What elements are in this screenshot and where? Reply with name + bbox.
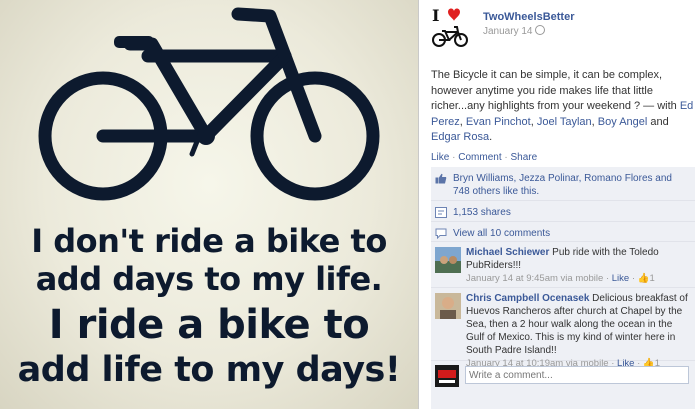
commenter-avatar[interactable]: [435, 293, 461, 319]
separator: and: [647, 115, 669, 128]
likes-text[interactable]: Bryn Williams, Jezza Polinar, Romano Flo…: [453, 172, 691, 198]
post-message: The Bicycle it can be simple, it can be …: [431, 68, 695, 146]
shares-summary: 1,153 shares: [431, 201, 695, 222]
poster-line-2: add days to my life.: [35, 260, 383, 298]
comment-link[interactable]: Comment: [458, 152, 501, 163]
tagged-person-link[interactable]: Joel Taylan: [537, 116, 592, 128]
poster-line-3: I ride a bike to: [48, 302, 370, 348]
separator: ·: [449, 152, 459, 163]
feedback-area: Bryn Williams, Jezza Polinar, Romano Flo…: [431, 167, 695, 409]
bicycle-icon: [38, 7, 380, 201]
page-avatar[interactable]: I: [431, 6, 471, 50]
comment-input[interactable]: Write a comment...: [465, 366, 689, 384]
poster-line-4: add life to my days!: [17, 350, 401, 390]
post-header: I TwoWheelsBetter January 14: [431, 6, 696, 52]
comment-body: Michael Schiewer Pub ride with the Toled…: [466, 246, 690, 285]
write-comment-row: Write a comment...: [431, 361, 695, 391]
comments-icon: [435, 228, 447, 239]
poster-image: I don't ride a bike to add days to my li…: [0, 0, 418, 409]
separator: ·: [501, 152, 511, 163]
view-all-comments-link[interactable]: View all 10 comments: [453, 227, 691, 240]
separator: .: [489, 131, 493, 143]
commenter-avatar[interactable]: [435, 247, 461, 273]
post-date-text[interactable]: January 14: [483, 26, 532, 37]
post-date[interactable]: January 14: [483, 25, 546, 37]
tagged-person-link[interactable]: Edgar Rosa: [431, 131, 489, 143]
shares-count[interactable]: 1,153 shares: [453, 206, 691, 219]
heart-icon: [448, 8, 460, 21]
like-thumb-icon: [435, 173, 447, 184]
comment-timestamp: January 14 at 9:45am via mobile ·: [466, 273, 612, 284]
comment-like-link[interactable]: Like: [612, 273, 629, 284]
globe-icon: [535, 25, 546, 35]
post-actions: Like · Comment · Share: [431, 152, 537, 163]
comment-author[interactable]: Michael Schiewer: [466, 247, 549, 258]
comment-author[interactable]: Chris Campbell Ocenasek: [466, 293, 589, 304]
current-user-avatar: [435, 365, 459, 387]
tagged-person-link[interactable]: Boy Angel: [598, 116, 648, 128]
svg-text:I: I: [432, 6, 439, 25]
like-link[interactable]: Like: [431, 152, 449, 163]
post-panel: I TwoWheelsBetter January 14 The Bicycle…: [419, 0, 700, 409]
comment-body: Chris Campbell Ocenasek Delicious breakf…: [466, 292, 690, 370]
comment-like-count[interactable]: · 👍1: [629, 273, 655, 284]
comment-item: Chris Campbell Ocenasek Delicious breakf…: [431, 288, 695, 369]
post-message-text: The Bicycle it can be simple, it can be …: [431, 69, 680, 112]
share-icon: [435, 207, 447, 218]
poster-line-1: I don't ride a bike to: [31, 222, 387, 260]
comment-item: Michael Schiewer Pub ride with the Toled…: [431, 242, 695, 288]
page-name-link[interactable]: TwoWheelsBetter: [483, 11, 574, 23]
share-link[interactable]: Share: [511, 152, 538, 163]
likes-summary: Bryn Williams, Jezza Polinar, Romano Flo…: [431, 167, 695, 201]
view-all-comments: View all 10 comments: [431, 222, 695, 242]
tagged-person-link[interactable]: Evan Pinchot: [466, 116, 531, 128]
comment-meta: January 14 at 9:45am via mobile · Like ·…: [466, 273, 655, 284]
